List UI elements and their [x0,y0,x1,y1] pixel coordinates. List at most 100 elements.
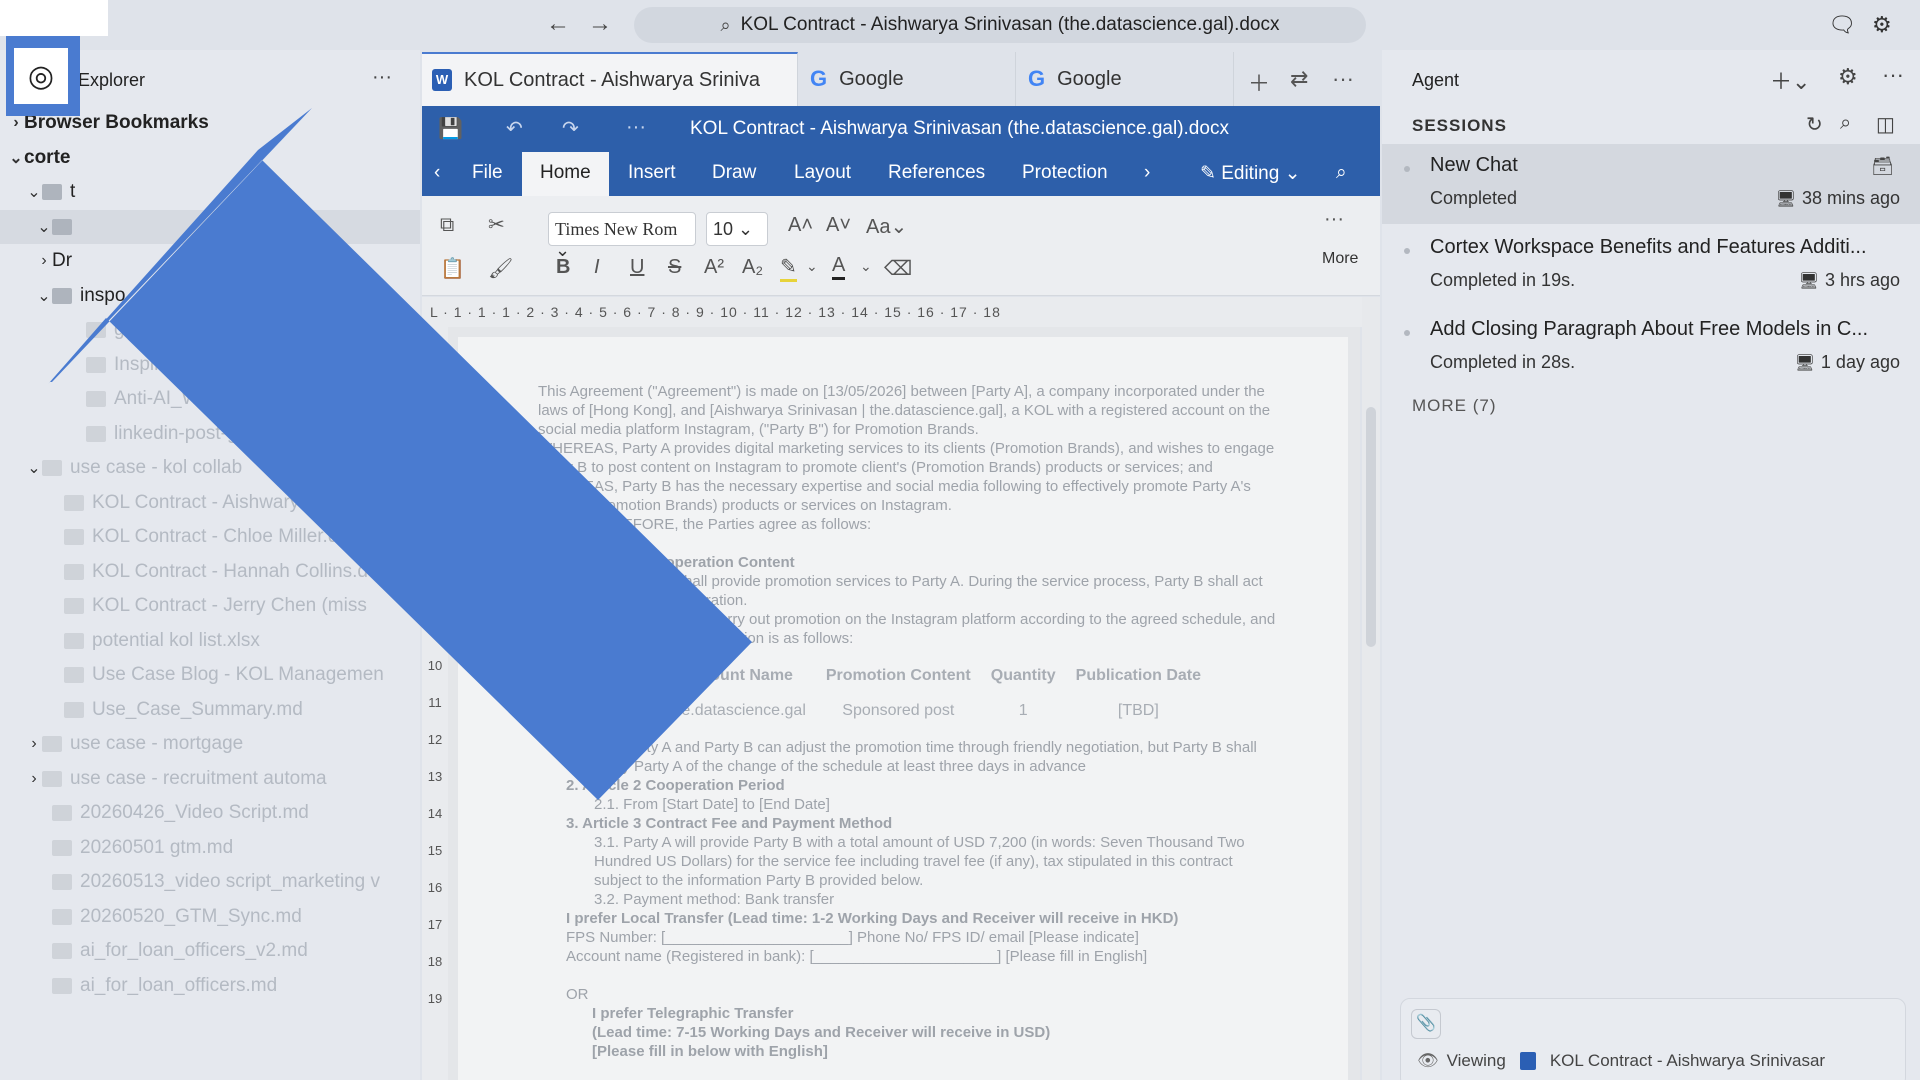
tree-item[interactable]: Use_Case_Summary.md [0,693,420,727]
tree-item[interactable]: › Dr [0,244,420,278]
ribbon-tab-insert[interactable]: Insert [628,162,676,184]
tab-more-icon[interactable]: ··· [1332,66,1354,92]
refresh-icon[interactable]: ↻ [1806,112,1823,137]
ribbon-tab-file[interactable]: File [472,162,503,184]
app-logo-icon[interactable]: ◎ [14,48,68,104]
scrollbar-thumb[interactable] [1366,407,1376,647]
ribbon-tab-layout[interactable]: Layout [794,162,851,184]
paperclip-icon[interactable]: 📎 [1411,1009,1441,1039]
subscript-icon[interactable]: A₂ [742,256,763,279]
chevron-down-icon[interactable]: ⌄ [36,217,52,237]
archive-icon[interactable]: 🗃 [1871,156,1894,177]
paste-icon[interactable]: 📋 [440,256,465,281]
italic-icon[interactable]: I [594,256,600,279]
chevron-right-icon[interactable]: › [36,252,52,270]
search-icon[interactable]: ⌕ [1336,162,1347,184]
undo-icon[interactable]: ↶ [506,116,523,141]
tree-item[interactable]: KOL Contract - Chloe Miller.doc [0,520,420,554]
more-sessions-link[interactable]: MORE (7) [1412,396,1497,416]
tree-item[interactable]: KOL Contract - Aishwarya S [0,486,420,520]
tree-item[interactable]: › use case - mortgage [0,727,420,761]
tree-item[interactable]: ⌄ corte [0,141,420,175]
agent-more-icon[interactable]: ··· [1882,62,1904,88]
ribbon-tab-references[interactable]: References [888,162,985,184]
clear-format-icon[interactable]: ⌫ [884,256,912,281]
tree-item[interactable]: linkedin-post-guideli [0,417,420,451]
explorer-more-icon[interactable]: ··· [372,66,392,89]
document-page[interactable]: This Agreement ("Agreement") is made on … [458,337,1348,1080]
tab-google-2[interactable]: G Google [1018,52,1234,106]
font-family-select[interactable]: Times New Rom ⌄ [548,212,696,260]
new-session-icon[interactable]: ＋⌄ [1770,64,1810,96]
chevron-right-icon[interactable]: › [26,735,42,753]
chevron-down-icon[interactable]: ⌄ [8,148,24,168]
superscript-icon[interactable]: A² [704,256,724,279]
tree-item[interactable]: potential kol list.xlsx [0,624,420,658]
chat-bubble-icon[interactable]: 🗨 [1828,12,1856,38]
tree-item[interactable]: › use case - recruitment automa [0,762,420,796]
document-canvas[interactable]: This Agreement ("Agreement") is made on … [448,327,1360,1080]
underline-icon[interactable]: U [630,256,644,279]
tree-item[interactable]: ⌄ use case - kol collab [0,451,420,485]
quick-access-more-icon[interactable]: ··· [626,116,646,139]
tree-item[interactable]: ⌄ t [0,175,420,209]
tree-item[interactable]: KOL Contract - Hannah Collins.d [0,555,420,589]
grow-font-icon[interactable]: A˄ [788,214,813,237]
tab-kol-contract[interactable]: W KOL Contract - Aishwarya Sriniva [422,52,798,106]
tree-item[interactable]: Anti-AI_Writing_ [0,382,420,416]
session-item[interactable]: New Chat 🗃 Completed 🖥 38 mins ago [1382,144,1920,224]
document-scrollbar[interactable] [1362,297,1380,1080]
document-body[interactable]: This Agreement ("Agreement") is made on … [538,382,1278,1061]
format-painter-icon[interactable]: 🖌 [488,256,513,281]
tree-item[interactable]: Inspiration_ [0,348,420,382]
chat-composer[interactable]: 📎 👁 Viewing KOL Contract - Aishwarya Sri… [1400,998,1906,1080]
ribbon-tab-home[interactable]: Home [522,152,609,196]
new-tab-icon[interactable]: ＋ [1248,66,1270,98]
tree-item[interactable]: good-p [0,313,420,347]
tree-item[interactable]: 20260520_GTM_Sync.md [0,900,420,934]
tree-item[interactable]: 20260513_video script_marketing v [0,865,420,899]
tree-item[interactable]: 20260501 gtm.md [0,831,420,865]
chevron-right-icon[interactable]: › [1144,162,1150,184]
cut-icon[interactable]: ✂ [488,212,505,237]
tree-item[interactable]: ai_for_loan_officers_v2.md [0,934,420,968]
more-icon[interactable]: ··· [1324,208,1344,231]
chevron-down-icon[interactable]: ⌄ [806,258,818,275]
chevron-down-icon[interactable]: ⌄ [36,286,52,306]
highlight-icon[interactable]: ✎ [780,254,797,282]
chevron-left-icon[interactable]: ‹ [434,162,440,184]
tree-item[interactable]: ai_for_loan_officers.md [0,969,420,1003]
save-icon[interactable]: 💾 [438,116,463,141]
chevron-right-icon[interactable]: › [8,114,24,132]
chevron-down-icon[interactable]: ⌄ [26,458,42,478]
shrink-font-icon[interactable]: A˅ [826,214,851,237]
tab-google-1[interactable]: G Google [800,52,1016,106]
arrow-right-icon[interactable]: → [586,10,614,38]
chevron-down-icon[interactable]: ⌄ [26,182,42,202]
redo-icon[interactable]: ↷ [562,116,579,141]
split-panel-icon[interactable]: ◫ [1876,112,1895,137]
ribbon-tab-protection[interactable]: Protection [1022,162,1108,184]
ribbon-tab-draw[interactable]: Draw [712,162,756,184]
tree-item[interactable]: Use Case Blog - KOL Managemen [0,658,420,692]
tree-item[interactable]: ⌄ inspo [0,279,420,313]
search-icon[interactable]: ⌕ [1840,112,1851,135]
session-item[interactable]: Cortex Workspace Benefits and Features A… [1382,226,1920,306]
tree-item[interactable]: 20260426_Video Script.md [0,796,420,830]
font-color-icon[interactable]: A [832,254,846,280]
gear-icon[interactable]: ⚙ [1872,12,1892,38]
address-bar[interactable]: ⌕ KOL Contract - Aishwarya Srinivasan (t… [634,7,1366,43]
chevron-down-icon[interactable]: ⌄ [860,258,872,275]
compare-icon[interactable]: ⇄ [1290,66,1308,92]
editing-mode-button[interactable]: ✎ Editing ⌄ [1200,162,1301,185]
chevron-right-icon[interactable]: › [26,770,42,788]
more-label[interactable]: More [1322,250,1358,268]
bold-icon[interactable]: B [556,256,570,279]
bug-icon[interactable]: ⚙ [1838,64,1858,90]
tree-item[interactable]: KOL Contract - Jerry Chen (miss [0,589,420,623]
session-item[interactable]: Add Closing Paragraph About Free Models … [1382,308,1920,388]
change-case-icon[interactable]: Aa⌄ [866,214,907,239]
tree-item[interactable]: ⌄ [0,209,420,244]
font-size-select[interactable]: 10 ⌄ [706,212,768,246]
copy-icon[interactable]: ⧉ [440,214,454,237]
